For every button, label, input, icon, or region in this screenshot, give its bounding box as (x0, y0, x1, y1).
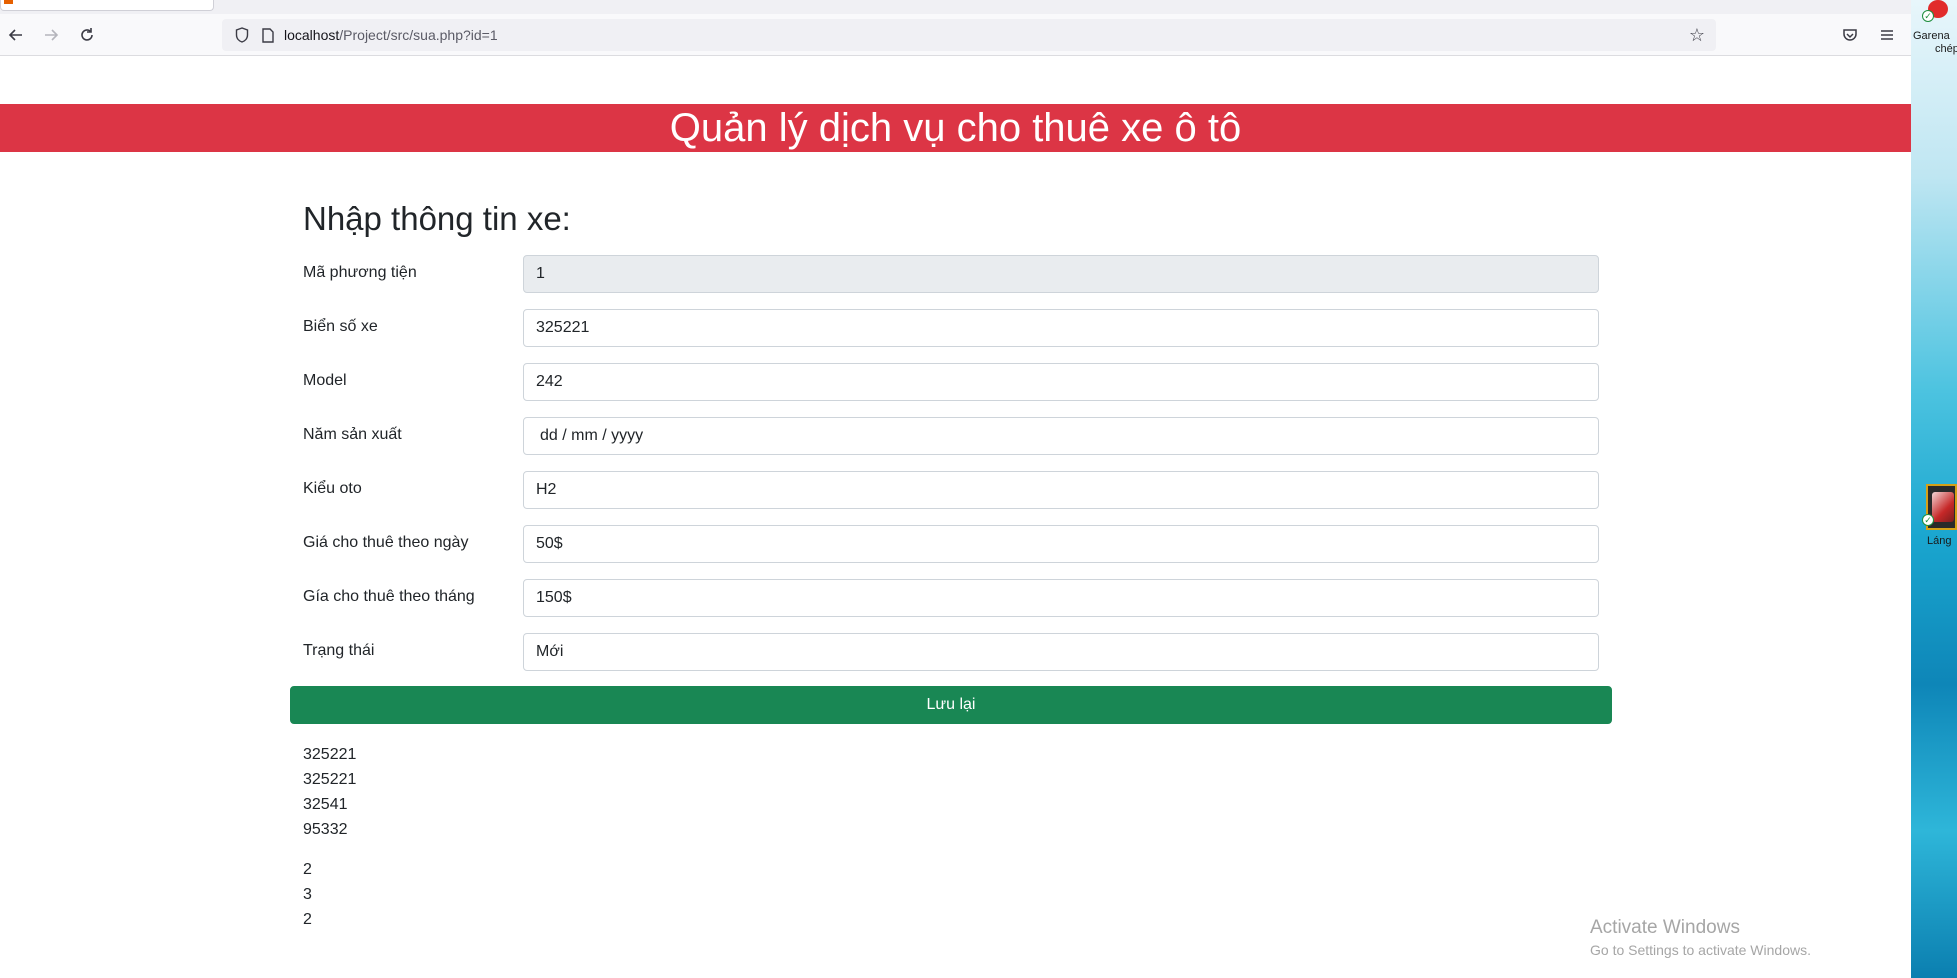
url-text[interactable]: localhost/Project/src/sua.php?id=1 (284, 27, 498, 43)
monthly-price-input[interactable]: 150$ (523, 579, 1599, 617)
save-button[interactable]: Lưu lại (290, 686, 1612, 724)
vehicle-id-label: Mã phương tiện (303, 264, 417, 281)
arrow-right-icon (45, 29, 59, 41)
manufacture-year-label: Năm sản xuất (303, 426, 402, 443)
car-type-input[interactable]: H2 (523, 471, 1599, 509)
hamburger-menu-icon (1881, 30, 1893, 40)
list-item: 2 (303, 861, 312, 878)
page-header: Quản lý dịch vụ cho thuê xe ô tô (0, 104, 1911, 152)
form-row-vehicle-id: Mã phương tiện 1 (303, 255, 1603, 293)
form-row-daily-price: Giá cho thuê theo ngày 50$ (303, 525, 1603, 563)
model-label: Model (303, 372, 347, 389)
page-icon[interactable] (258, 25, 278, 45)
form-row-status: Trạng thái Mới (303, 633, 1603, 671)
list-item: 2 (303, 911, 312, 928)
browser-toolbar: localhost/Project/src/sua.php?id=1 ☆ (0, 14, 1911, 56)
reload-button[interactable] (73, 21, 101, 49)
game-art-icon (1932, 492, 1954, 522)
form-row-model: Model 242 (303, 363, 1603, 401)
tab-strip (0, 0, 1911, 14)
arrow-left-icon (8, 29, 22, 41)
status-input[interactable]: Mới (523, 633, 1599, 671)
car-type-label: Kiểu oto (303, 480, 362, 497)
url-path: /Project/src/sua.php?id=1 (339, 27, 498, 43)
number-list: 2 3 2 (303, 857, 312, 932)
list-item: 32541 (303, 796, 348, 813)
form-row-car-type: Kiểu oto H2 (303, 471, 1603, 509)
forward-button[interactable] (37, 21, 65, 49)
menu-button[interactable] (1873, 21, 1901, 49)
browser-tab[interactable] (0, 0, 214, 11)
form-title: Nhập thông tin xe: (303, 200, 571, 237)
list-item: 3 (303, 886, 312, 903)
list-item: 95332 (303, 821, 348, 838)
license-plate-input[interactable]: 325221 (523, 309, 1599, 347)
pocket-icon (1843, 29, 1857, 41)
url-host: localhost (284, 27, 340, 43)
form-row-monthly-price: Gía cho thuê theo tháng 150$ (303, 579, 1603, 617)
garena-label-line1: Garena (1913, 30, 1950, 42)
garena-icon-label: Garena chép (1913, 30, 1957, 56)
pocket-button[interactable] (1836, 21, 1864, 49)
vehicle-id-input[interactable]: 1 (523, 255, 1599, 293)
monthly-price-label: Gía cho thuê theo tháng (303, 588, 475, 605)
watermark-title: Activate Windows (1590, 917, 1740, 938)
sync-check-icon: ✓ (1922, 514, 1934, 526)
license-plate-list: 325221 325221 32541 95332 (303, 742, 356, 842)
back-button[interactable] (2, 21, 30, 49)
form-row-manufacture-year: Năm sản xuất dd / mm / yyyy (303, 417, 1603, 455)
sync-check-icon: ✓ (1922, 10, 1934, 22)
daily-price-label: Giá cho thuê theo ngày (303, 534, 469, 551)
shield-icon[interactable] (232, 25, 252, 45)
manufacture-date-input[interactable]: dd / mm / yyyy (523, 417, 1599, 455)
status-label: Trạng thái (303, 642, 375, 659)
watermark-subtitle: Go to Settings to activate Windows. (1590, 942, 1811, 958)
garena-desktop-icon[interactable]: ✓ (1922, 0, 1950, 22)
tab-favicon-icon (4, 0, 13, 4)
activate-windows-watermark: Activate Windows Go to Settings to activ… (1590, 916, 1811, 960)
reload-icon (81, 28, 93, 41)
garena-label-line2: chép (1935, 43, 1957, 55)
list-item: 325221 (303, 746, 357, 763)
model-input[interactable]: 242 (523, 363, 1599, 401)
license-plate-label: Biển số xe (303, 318, 378, 335)
list-item: 325221 (303, 771, 357, 788)
bookmark-star-icon[interactable]: ☆ (1686, 24, 1708, 46)
daily-price-input[interactable]: 50$ (523, 525, 1599, 563)
form-row-license-plate: Biển số xe 325221 (303, 309, 1603, 347)
game-desktop-icon[interactable]: ✓ (1922, 484, 1957, 530)
url-bar[interactable]: localhost/Project/src/sua.php?id=1 ☆ (222, 19, 1716, 51)
game-icon-label: Láng (1927, 535, 1952, 547)
